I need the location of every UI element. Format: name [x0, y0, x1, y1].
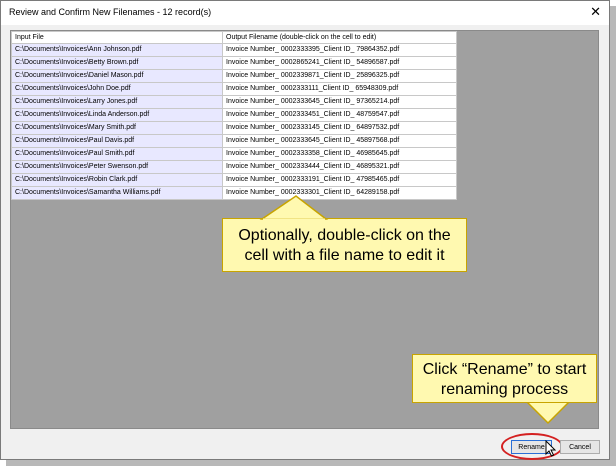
table-row[interactable]: C:\Documents\Invoices\Paul Smith.pdf Invo… [11, 147, 457, 161]
close-icon[interactable]: ✕ [590, 5, 601, 18]
output-filename-cell[interactable]: Invoice Number_ 0002333395_Client ID_ 79… [222, 43, 457, 57]
table-row[interactable]: C:\Documents\Invoices\Peter Swenson.pdf I… [11, 160, 457, 174]
input-file-cell: C:\Documents\Invoices\Samantha Williams.… [11, 186, 223, 200]
mouse-pointer-icon [545, 440, 557, 457]
window-title: Review and Confirm New Filenames - 12 re… [9, 7, 212, 17]
output-filename-cell[interactable]: Invoice Number_ 0002333451_Client ID_ 48… [222, 108, 457, 122]
rename-hint-callout: Click “Rename” to start renaming process [412, 354, 597, 403]
table-row[interactable]: C:\Documents\Invoices\Robin Clark.pdf Inv… [11, 173, 457, 187]
output-filename-cell[interactable]: Invoice Number_ 0002333111_Client ID_ 65… [222, 82, 457, 96]
output-filename-cell[interactable]: Invoice Number_ 0002339871_Client ID_ 25… [222, 69, 457, 83]
table-row[interactable]: C:\Documents\Invoices\Samantha Williams.… [11, 186, 457, 200]
input-file-cell: C:\Documents\Invoices\Peter Swenson.pdf [11, 160, 223, 174]
output-filename-cell[interactable]: Invoice Number_ 0002333301_Client ID_ 64… [222, 186, 457, 200]
table-row[interactable]: C:\Documents\Invoices\Paul Davis.pdf Invo… [11, 134, 457, 148]
input-file-cell: C:\Documents\Invoices\Linda Anderson.pdf [11, 108, 223, 122]
edit-hint-callout: Optionally, double-click on the cell wit… [222, 218, 467, 272]
header-row: Input File Output Filename (double-click… [11, 31, 457, 44]
filename-table: Input File Output Filename (double-click… [11, 31, 457, 200]
table-row[interactable]: C:\Documents\Invoices\Larry Jones.pdf Inv… [11, 95, 457, 109]
input-file-cell: C:\Documents\Invoices\Betty Brown.pdf [11, 56, 223, 70]
rename-hint-line: Click “Rename” to start [422, 361, 587, 378]
output-filename-cell[interactable]: Invoice Number_ 0002333645_Client ID_ 97… [222, 95, 457, 109]
output-filename-cell[interactable]: Invoice Number_ 0002333645_Client ID_ 45… [222, 134, 457, 148]
table-row[interactable]: C:\Documents\Invoices\Ann Johnson.pdf Inv… [11, 43, 457, 57]
table-row[interactable]: C:\Documents\Invoices\Betty Brown.pdf Inv… [11, 56, 457, 70]
table-row[interactable]: C:\Documents\Invoices\Mary Smith.pdf Invo… [11, 121, 457, 135]
edit-hint-line: cell with a file name to edit it [244, 247, 445, 264]
table-row[interactable]: C:\Documents\Invoices\Linda Anderson.pdf… [11, 108, 457, 122]
input-file-cell: C:\Documents\Invoices\Ann Johnson.pdf [11, 43, 223, 57]
input-file-cell: C:\Documents\Invoices\Paul Davis.pdf [11, 134, 223, 148]
output-filename-cell[interactable]: Invoice Number_ 0002333191_Client ID_ 47… [222, 173, 457, 187]
column-header-input-file[interactable]: Input File [11, 31, 223, 44]
edit-hint-line: Optionally, double-click on the [238, 227, 451, 244]
table-row[interactable]: C:\Documents\Invoices\John Doe.pdf Invoic… [11, 82, 457, 96]
column-header-output-filename[interactable]: Output Filename (double-click on the cel… [222, 31, 457, 44]
input-file-cell: C:\Documents\Invoices\John Doe.pdf [11, 82, 223, 96]
title-bar: Review and Confirm New Filenames - 12 re… [1, 1, 609, 25]
output-filename-cell[interactable]: Invoice Number_ 0002333358_Client ID_ 46… [222, 147, 457, 161]
input-file-cell: C:\Documents\Invoices\Paul Smith.pdf [11, 147, 223, 161]
cancel-button[interactable]: Cancel [560, 440, 600, 454]
output-filename-cell[interactable]: Invoice Number_ 0002333444_Client ID_ 46… [222, 160, 457, 174]
rename-hint-line: renaming process [440, 381, 569, 398]
input-file-cell: C:\Documents\Invoices\Larry Jones.pdf [11, 95, 223, 109]
input-file-cell: C:\Documents\Invoices\Daniel Mason.pdf [11, 69, 223, 83]
output-filename-cell[interactable]: Invoice Number_ 0002865241_Client ID_ 54… [222, 56, 457, 70]
table-row[interactable]: C:\Documents\Invoices\Daniel Mason.pdf In… [11, 69, 457, 83]
input-file-cell: C:\Documents\Invoices\Mary Smith.pdf [11, 121, 223, 135]
output-filename-cell[interactable]: Invoice Number_ 0002333145_Client ID_ 64… [222, 121, 457, 135]
input-file-cell: C:\Documents\Invoices\Robin Clark.pdf [11, 173, 223, 187]
